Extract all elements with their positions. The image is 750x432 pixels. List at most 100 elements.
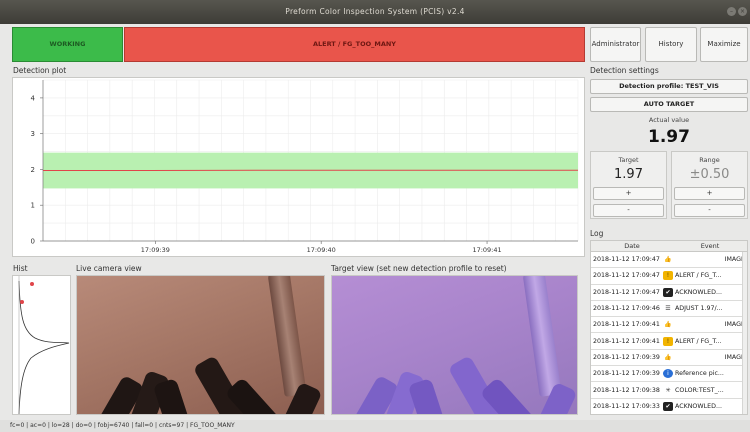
- preform-image: [267, 276, 307, 397]
- preform-image: [522, 276, 562, 397]
- histogram-curve: [18, 276, 70, 414]
- history-button[interactable]: History: [645, 27, 697, 62]
- thumbs-up-icon: 👍: [664, 321, 672, 329]
- alert-icon: !: [663, 336, 673, 346]
- range-minus-button[interactable]: -: [674, 204, 745, 217]
- log-header: Date Event: [591, 241, 747, 252]
- y-tick-label: 4: [31, 94, 36, 102]
- log-row-event-text: COLOR:TEST_...: [675, 386, 724, 394]
- color-icon: ✳: [665, 386, 671, 394]
- log-row-event: 👍 IMAGE: [663, 320, 747, 329]
- log-row[interactable]: 2018-11-12 17:09:38 ✳ COLOR:TEST_...: [591, 382, 747, 399]
- log-row-event-text: ACKNOWLED...: [675, 288, 722, 296]
- log-row[interactable]: 2018-11-12 17:09:41 👍 IMAGE: [591, 317, 747, 334]
- range-value: ±0.50: [689, 167, 730, 182]
- log-label: Log: [590, 229, 604, 238]
- log-row-event-text: ALERT / FG_T...: [675, 337, 722, 345]
- y-tick-label: 1: [31, 202, 35, 210]
- log-row-date: 2018-11-12 17:09:41: [593, 321, 660, 329]
- x-tick-label: 17:09:40: [307, 246, 336, 254]
- status-bar: fc=0 | ac=0 | lo=28 | do=0 | fobj=6740 |…: [0, 420, 750, 432]
- detection-plot-label: Detection plot: [13, 66, 67, 75]
- acknowledge-icon: ✔: [663, 401, 673, 411]
- range-plus-button[interactable]: +: [674, 187, 745, 200]
- log-row-date: 2018-11-12 17:09:47: [593, 272, 660, 280]
- target-box: Target 1.97 + -: [590, 151, 667, 219]
- log-row-event: ! ALERT / FG_T...: [663, 271, 747, 281]
- log-row-event-text: ALERT / FG_T...: [675, 272, 722, 280]
- auto-target-button[interactable]: AUTO TARGET: [590, 97, 748, 112]
- log-row-event-text: Reference pic...: [675, 370, 724, 378]
- log-row-date: 2018-11-12 17:09:39: [593, 353, 660, 361]
- adjust-icon: ☰: [665, 305, 671, 313]
- log-row-event-text: ACKNOWLED...: [675, 402, 722, 410]
- live-camera-view: [76, 275, 325, 415]
- target-label: Target: [618, 156, 639, 164]
- log-col-date[interactable]: Date: [591, 241, 673, 251]
- log-row-event: ! ALERT / FG_T...: [663, 336, 747, 346]
- target-plus-button[interactable]: +: [593, 187, 664, 200]
- x-tick-label: 17:09:41: [472, 246, 501, 254]
- preform-image: [152, 378, 198, 414]
- log-row-event: ✔ ACKNOWLED...: [663, 287, 747, 297]
- hist-marker-top: [30, 282, 34, 286]
- log-row[interactable]: 2018-11-12 17:09:47 👍 IMAGE: [591, 252, 747, 269]
- actual-value: 1.97: [648, 127, 690, 147]
- y-tick-label: 3: [31, 130, 35, 138]
- target-view: [331, 275, 578, 415]
- log-row[interactable]: 2018-11-12 17:09:47! ALERT / FG_T...: [591, 268, 747, 285]
- y-tick-label: 0: [31, 238, 35, 246]
- detection-plot-svg: 0 1 2 3 4 17:09:39 17:09:40 17:09:41: [31, 79, 579, 254]
- thumbs-up-icon: 👍: [664, 256, 672, 264]
- log-row-date: 2018-11-12 17:09:46: [593, 305, 660, 313]
- log-row[interactable]: 2018-11-12 17:09:46 ☰ ADJUST 1.97/...: [591, 301, 747, 318]
- range-label: Range: [699, 156, 720, 164]
- log-row[interactable]: 2018-11-12 17:09:39 👍 IMAGE: [591, 350, 747, 367]
- log-row[interactable]: 2018-11-12 17:09:47 ✔ ACKNOWLED...: [591, 285, 747, 301]
- log-row-event: i Reference pic...: [663, 369, 747, 379]
- log-row-date: 2018-11-12 17:09:47: [593, 256, 660, 264]
- log-row-event-text: ADJUST 1.97/...: [675, 305, 723, 313]
- log-row[interactable]: 2018-11-12 17:09:41! ALERT / FG_T...: [591, 333, 747, 350]
- log-row-event: 👍 IMAGE: [663, 255, 747, 264]
- maximize-button[interactable]: Maximize: [700, 27, 748, 62]
- alert-status-indicator[interactable]: ALERT / FG_TOO_MANY: [124, 27, 585, 62]
- hist-marker-mid: [20, 300, 24, 304]
- live-camera-label: Live camera view: [76, 264, 142, 273]
- acknowledge-icon: ✔: [663, 287, 673, 297]
- preform-image: [407, 378, 453, 414]
- log-row-event: ☰ ADJUST 1.97/...: [663, 304, 747, 313]
- actual-value-label: Actual value: [648, 116, 690, 124]
- info-icon: i: [663, 369, 673, 379]
- administrator-button[interactable]: Administrator: [590, 27, 641, 62]
- log-scrollbar[interactable]: [742, 252, 747, 414]
- log-table: Date Event 2018-11-12 17:09:47 👍 IMAGE 2018…: [590, 240, 748, 415]
- log-row[interactable]: 2018-11-12 17:09:39 i Reference pic...: [591, 366, 747, 383]
- window-title: Preform Color Inspection System (PCIS) v…: [285, 7, 465, 16]
- log-col-event[interactable]: Event: [673, 241, 747, 251]
- log-rows: 2018-11-12 17:09:47 👍 IMAGE 2018-11-12 17:0…: [591, 252, 747, 414]
- detection-profile-button[interactable]: Detection profile: TEST_VIS: [590, 79, 748, 94]
- hist-label: Hist: [13, 264, 28, 273]
- detection-plot: 0 1 2 3 4 17:09:39 17:09:40 17:09:41: [12, 77, 585, 257]
- log-row-date: 2018-11-12 17:09:39: [593, 370, 660, 378]
- alert-icon: !: [663, 271, 673, 281]
- histogram-panel: [12, 275, 71, 415]
- thumbs-up-icon: 👍: [664, 353, 672, 361]
- log-row-date: 2018-11-12 17:09:38: [593, 386, 660, 394]
- target-view-label: Target view (set new detection profile t…: [331, 264, 507, 273]
- close-window-icon[interactable]: ×: [738, 7, 747, 16]
- log-row-event: 👍 IMAGE: [663, 353, 747, 362]
- log-row[interactable]: 2018-11-12 17:09:33 ✔ ACKNOWLED...: [591, 399, 747, 414]
- target-minus-button[interactable]: -: [593, 204, 664, 217]
- x-tick-label: 17:09:39: [141, 246, 170, 254]
- range-box: Range ±0.50 + -: [671, 151, 748, 219]
- log-row-date: 2018-11-12 17:09:33: [593, 402, 660, 410]
- y-tick-label: 2: [31, 166, 35, 174]
- minimize-window-icon[interactable]: –: [727, 7, 736, 16]
- detection-settings-label: Detection settings: [590, 66, 659, 75]
- log-row-date: 2018-11-12 17:09:47: [593, 288, 660, 296]
- log-row-event: ✳ COLOR:TEST_...: [663, 386, 747, 395]
- working-status-indicator: WORKING: [12, 27, 123, 62]
- log-row-date: 2018-11-12 17:09:41: [593, 337, 660, 345]
